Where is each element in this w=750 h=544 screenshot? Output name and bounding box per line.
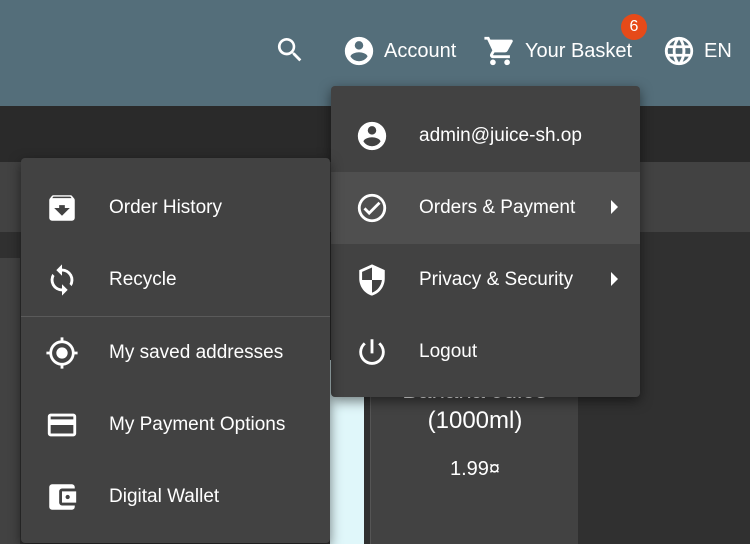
archive-icon <box>45 191 79 225</box>
language-label: EN <box>704 39 732 62</box>
menu-item-label: Orders & Payment <box>419 197 576 218</box>
menu-item-label: Order History <box>109 197 222 218</box>
menu-item-order-history[interactable]: Order History <box>21 172 330 244</box>
account-circle-icon <box>355 119 389 153</box>
menu-item-label: Logout <box>419 341 478 362</box>
menu-item-label: My saved addresses <box>109 342 284 363</box>
menu-item-saved-addresses[interactable]: My saved addresses <box>21 317 330 389</box>
check-circle-icon <box>355 191 389 225</box>
menu-item-label: Recycle <box>109 269 177 290</box>
account-menu: admin@juice-sh.op Orders & Payment Priva… <box>331 86 640 397</box>
basket-label: Your Basket <box>525 39 633 62</box>
power-icon <box>355 335 389 369</box>
language-button[interactable]: EN <box>662 34 732 68</box>
menu-item-label: My Payment Options <box>109 414 286 435</box>
account-label: Account <box>384 39 457 62</box>
search-icon <box>277 38 302 62</box>
account-circle-icon <box>344 36 374 66</box>
product-price: 1.99¤ <box>449 458 501 480</box>
menu-item-orders-payment[interactable]: Orders & Payment <box>331 172 640 244</box>
location-icon <box>45 336 79 370</box>
shield-icon <box>355 263 389 297</box>
submenu-arrow-icon <box>611 272 618 286</box>
menu-item-recycle[interactable]: Recycle <box>21 244 330 316</box>
globe-icon <box>664 36 694 66</box>
submenu-arrow-icon <box>611 200 618 214</box>
menu-item-privacy-security[interactable]: Privacy & Security <box>331 244 640 316</box>
account-button[interactable]: Account <box>342 34 456 68</box>
search-button[interactable] <box>274 34 306 66</box>
menu-item-user-email[interactable]: admin@juice-sh.op <box>331 100 640 172</box>
product-card-left[interactable] <box>0 258 20 544</box>
menu-item-payment-options[interactable]: My Payment Options <box>21 389 330 461</box>
wallet-icon <box>45 480 79 514</box>
menu-item-label: admin@juice-sh.op <box>419 125 582 146</box>
recycle-icon <box>45 263 79 297</box>
menu-item-label: Privacy & Security <box>419 269 574 290</box>
menu-item-label: Digital Wallet <box>109 486 220 507</box>
basket-count-badge: 6 <box>621 14 647 40</box>
menu-item-logout[interactable]: Logout <box>331 316 640 388</box>
orders-payment-submenu: Order History Recycle My saved addresses… <box>21 158 330 543</box>
basket-button[interactable]: Your Basket <box>483 34 632 68</box>
menu-item-digital-wallet[interactable]: Digital Wallet <box>21 461 330 533</box>
shopping-cart-icon <box>484 36 513 66</box>
credit-card-icon <box>45 408 79 442</box>
